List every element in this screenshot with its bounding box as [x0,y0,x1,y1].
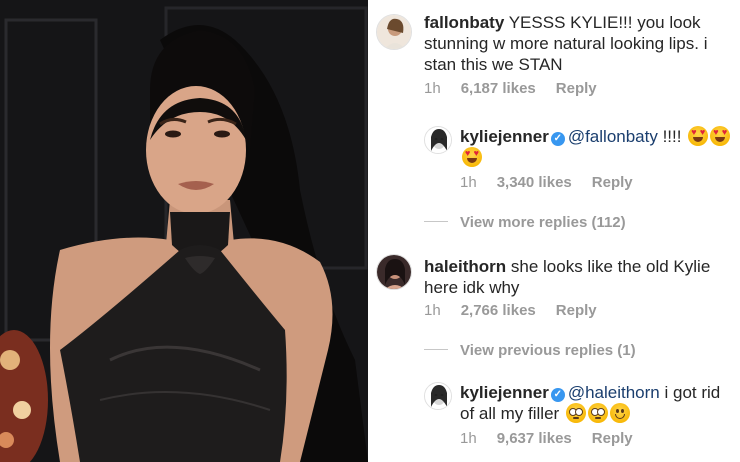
avatar[interactable] [376,14,412,50]
username[interactable]: kyliejenner [460,127,549,146]
verified-badge-icon: ✓ [550,132,565,146]
flushed-emoji-icon [565,403,586,423]
reply-button[interactable]: Reply [556,302,597,319]
comment-text: kyliejenner ✓ @fallonbaty !!!! [460,126,738,168]
avatar[interactable] [376,254,412,290]
divider [424,349,448,350]
comment-body: !!!! [657,127,682,146]
view-previous-replies-label: View previous replies (1) [460,342,636,359]
comments-panel: fallonbaty YESSS KYLIE!!! you look stunn… [374,0,740,462]
avatar[interactable] [424,382,452,410]
avatar[interactable] [424,126,452,154]
user-avatar-icon [377,15,411,49]
heart-eyes-emoji-icon [462,147,482,167]
mention-link[interactable]: @haleithorn [568,383,660,402]
username[interactable]: kyliejenner [460,383,549,402]
likes-count[interactable]: 3,340 likes [497,174,572,191]
comment-meta: 1h 9,637 likes Reply [460,430,653,447]
reply-button[interactable]: Reply [592,174,633,191]
likes-count[interactable]: 2,766 likes [461,302,536,319]
timestamp[interactable]: 1h [424,80,441,97]
username[interactable]: fallonbaty [424,13,504,32]
user-avatar-icon [425,383,451,409]
view-more-replies-label: View more replies (112) [460,214,626,231]
timestamp[interactable]: 1h [460,430,477,447]
divider [424,221,448,222]
comment-text: haleithorn she looks like the old Kylie … [424,256,736,298]
likes-count[interactable]: 6,187 likes [461,80,536,97]
username[interactable]: haleithorn [424,257,506,276]
heart-eyes-emoji-icon [688,126,709,146]
comment-meta: 1h 2,766 likes Reply [424,302,617,319]
comment-text: kyliejenner ✓ @haleithorn i got rid of all… [460,382,738,424]
comment-meta: 1h 6,187 likes Reply [424,80,617,97]
comment-meta: 1h 3,340 likes Reply [460,174,653,191]
post-photo-illustration [0,0,368,462]
timestamp[interactable]: 1h [460,174,477,191]
heart-eyes-emoji-icon [710,126,731,146]
timestamp[interactable]: 1h [424,302,441,319]
view-more-replies-link[interactable]: View more replies (112) [424,214,626,231]
mention-link[interactable]: @fallonbaty [568,127,658,146]
reply-button[interactable]: Reply [556,80,597,97]
likes-count[interactable]: 9,637 likes [497,430,572,447]
comment-text: fallonbaty YESSS KYLIE!!! you look stunn… [424,12,736,75]
post-photo [0,0,368,462]
smile-emoji-icon [609,403,630,423]
reply-button[interactable]: Reply [592,430,633,447]
view-previous-replies-link[interactable]: View previous replies (1) [424,342,636,359]
flushed-emoji-icon [587,403,608,423]
verified-badge-icon: ✓ [550,388,565,402]
user-avatar-icon [377,255,411,289]
user-avatar-icon [425,127,451,153]
